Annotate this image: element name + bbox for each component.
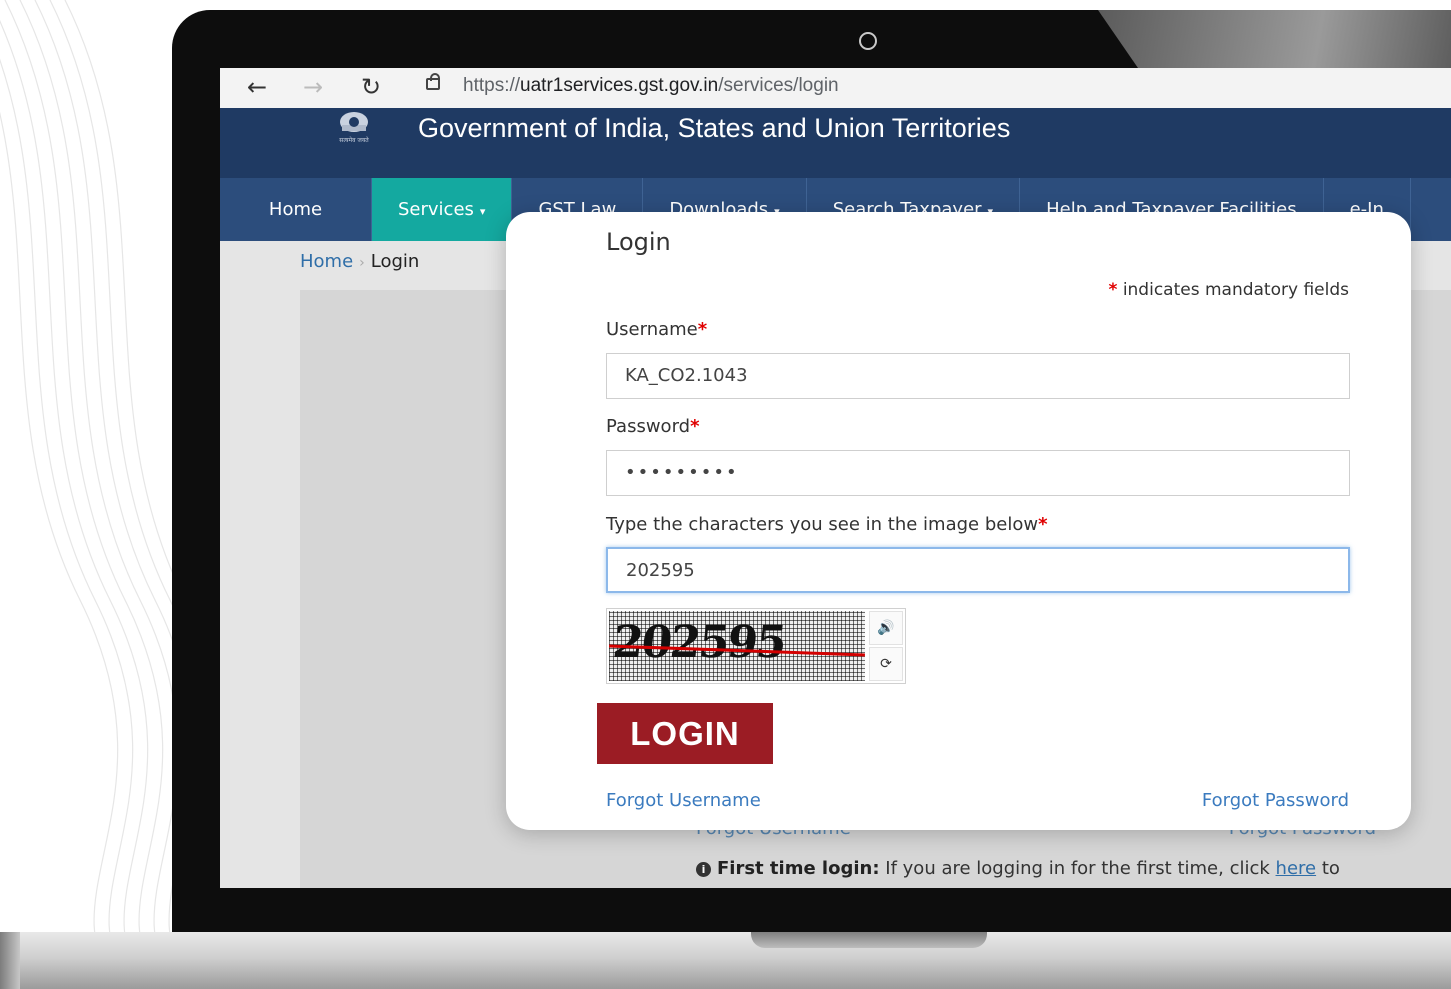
password-label: Password*: [606, 416, 700, 437]
laptop-lid-reflection: [1098, 10, 1451, 68]
chevron-down-icon: ▾: [479, 205, 486, 218]
first-time-text: If you are logging in for the first time…: [885, 858, 1270, 879]
login-card: Login * indicates mandatory fields Usern…: [506, 212, 1411, 830]
info-icon: i: [696, 862, 711, 877]
first-time-label: First time login:: [717, 858, 880, 879]
nav-services-label: Services: [398, 199, 474, 220]
forgot-username-link[interactable]: Forgot Username: [606, 790, 761, 811]
login-button[interactable]: LOGIN: [597, 703, 773, 764]
required-asterisk: *: [1038, 514, 1048, 535]
username-field[interactable]: KA_CO2.1043: [606, 353, 1350, 399]
emblem-caption: सत्यमेव जयते: [339, 136, 369, 144]
nav-home[interactable]: Home: [220, 178, 372, 241]
speaker-icon[interactable]: 🔊: [869, 611, 903, 645]
login-title: Login: [606, 228, 671, 256]
laptop-base-edge: [0, 932, 20, 989]
breadcrumb: Home › Login: [300, 251, 419, 272]
captcha-label: Type the characters you see in the image…: [606, 514, 1048, 535]
webcam-icon: [859, 32, 877, 50]
required-asterisk: *: [690, 416, 700, 437]
mandatory-note-text: indicates mandatory fields: [1122, 280, 1349, 300]
nav-home-label: Home: [268, 199, 323, 220]
nav-services[interactable]: Services ▾: [372, 178, 513, 241]
laptop-base: [0, 932, 1451, 989]
back-arrow-icon[interactable]: ←: [242, 70, 272, 104]
captcha-image: 202595: [609, 611, 865, 681]
username-label: Username*: [606, 319, 707, 340]
site-title: Government of India, States and Union Te…: [418, 113, 1011, 143]
url-scheme: https://: [463, 75, 521, 96]
site-header: सत्यमेव जयते Government of India, States…: [220, 108, 1451, 178]
password-field[interactable]: •••••••••: [606, 450, 1350, 496]
breadcrumb-home-link[interactable]: Home: [300, 251, 353, 272]
refresh-icon[interactable]: ⟳: [869, 647, 903, 681]
first-time-here-link[interactable]: here: [1276, 858, 1317, 879]
laptop-notch: [751, 932, 987, 948]
breadcrumb-separator: ›: [359, 255, 365, 271]
captcha-input[interactable]: 202595: [606, 547, 1350, 593]
first-time-login-note: i First time login: If you are logging in…: [696, 858, 1340, 879]
required-asterisk: *: [1108, 280, 1118, 300]
password-label-text: Password: [606, 416, 691, 437]
captcha-widget: 202595 🔊 ⟳: [606, 608, 906, 684]
first-time-suffix: to: [1321, 858, 1340, 879]
forward-arrow-icon[interactable]: →: [298, 70, 328, 104]
url-path: /services/login: [718, 75, 839, 96]
mandatory-note: * indicates mandatory fields: [1109, 280, 1349, 300]
captcha-label-text: Type the characters you see in the image…: [606, 514, 1039, 535]
forgot-password-link[interactable]: Forgot Password: [1202, 790, 1349, 811]
lock-icon[interactable]: [426, 73, 440, 90]
url-domain: uatr1services.gst.gov.in: [520, 75, 719, 96]
username-label-text: Username: [606, 319, 698, 340]
required-asterisk: *: [697, 319, 708, 340]
reload-icon[interactable]: ↻: [356, 70, 386, 104]
national-emblem-logo: सत्यमेव जयते: [339, 112, 369, 144]
browser-toolbar: ← → ↻ https://uatr1services.gst.gov.in/s…: [220, 68, 1451, 109]
breadcrumb-current: Login: [370, 251, 420, 272]
address-bar[interactable]: https://uatr1services.gst.gov.in/service…: [463, 73, 839, 99]
captcha-image-text: 202595: [610, 617, 788, 668]
